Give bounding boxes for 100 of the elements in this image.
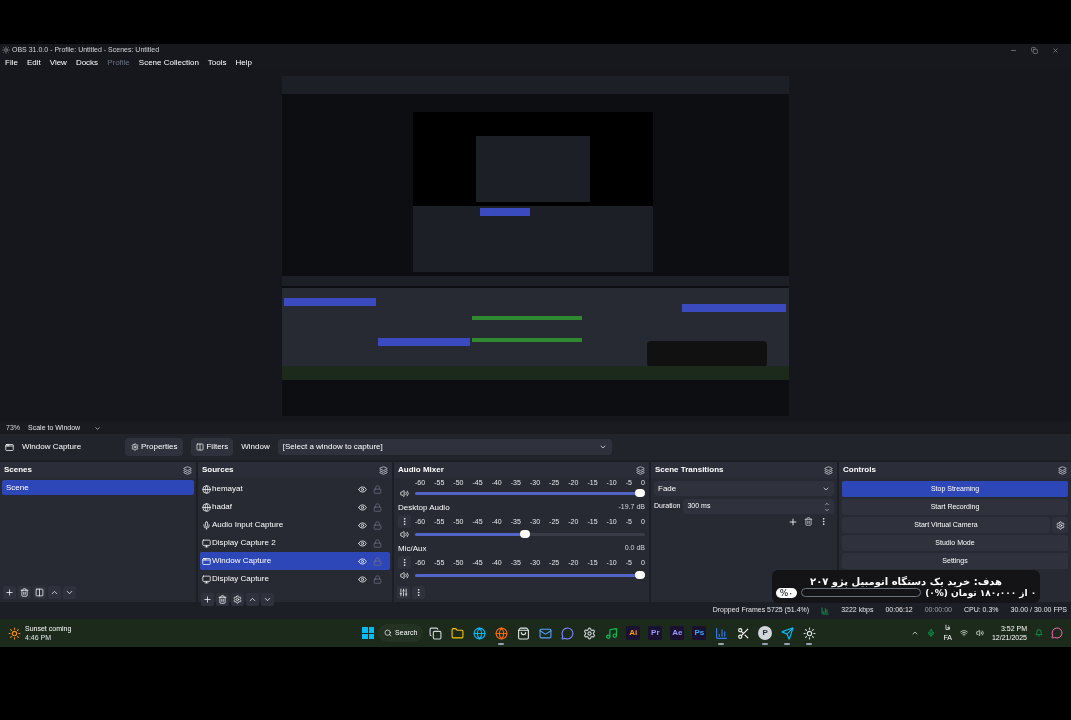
app-button[interactable]: Ps — [689, 620, 710, 646]
volume-icon — [975, 629, 984, 637]
shopping-bag-icon — [516, 626, 530, 640]
remove-button[interactable] — [216, 593, 229, 606]
visibility-icon[interactable] — [358, 502, 367, 512]
dock-title: Scene Transitions — [655, 464, 724, 476]
mute-button[interactable] — [398, 529, 411, 540]
visibility-icon[interactable] — [358, 574, 367, 584]
menu-item[interactable]: Tools — [207, 57, 227, 69]
mute-button[interactable] — [398, 488, 411, 499]
more-icon — [414, 588, 423, 597]
visibility-icon[interactable] — [358, 484, 367, 494]
source-item[interactable]: Display Capture — [200, 570, 390, 588]
folder-icon — [450, 626, 464, 640]
remove-button[interactable] — [18, 586, 31, 599]
monitor-icon — [202, 574, 211, 584]
visibility-icon[interactable] — [358, 520, 367, 530]
add-button[interactable] — [3, 586, 16, 599]
plus-icon — [5, 588, 14, 597]
source-name: hemayat — [212, 483, 243, 495]
menu-item[interactable]: File — [5, 57, 18, 69]
undock-icon[interactable] — [1058, 465, 1067, 475]
source-item[interactable]: Audio Input Capture — [200, 516, 390, 534]
assistant-icon[interactable] — [1051, 627, 1063, 639]
properties-button[interactable]: Properties — [125, 438, 184, 456]
move-up-button[interactable] — [246, 593, 259, 606]
mail-icon — [538, 626, 552, 640]
menu-item[interactable]: Scene Collection — [138, 57, 199, 69]
start-button[interactable] — [360, 625, 377, 641]
restore-icon[interactable] — [1031, 46, 1038, 54]
chat-icon — [560, 626, 574, 640]
weather-icon — [8, 626, 21, 640]
channel-menu-button[interactable] — [398, 515, 411, 528]
source-item[interactable]: Window Capture — [200, 552, 390, 570]
plus-icon — [203, 595, 212, 604]
dock-title: Sources — [202, 464, 234, 476]
windows-icon — [428, 626, 442, 640]
source-item[interactable]: hadaf — [200, 498, 390, 516]
globe-icon — [472, 626, 486, 640]
source-name: Window Capture — [212, 555, 272, 567]
volume-slider-thumb[interactable] — [520, 530, 530, 538]
add-button[interactable] — [201, 593, 214, 606]
chevron-up-icon — [50, 588, 59, 597]
filters-button[interactable] — [33, 586, 46, 599]
close-icon[interactable] — [1052, 46, 1059, 54]
goal-title: هدف: خرید یک دستگاه اتومبیل پژو ۲۰۷ — [810, 575, 1002, 587]
dock-title: Audio Mixer — [398, 464, 444, 476]
filters-button[interactable]: Filters — [191, 438, 234, 456]
undock-icon[interactable] — [824, 465, 833, 475]
bar-chart-icon — [714, 626, 728, 640]
window-icon — [5, 442, 14, 452]
undock-icon[interactable] — [379, 465, 388, 475]
move-up-button[interactable] — [48, 586, 61, 599]
mute-button[interactable] — [398, 570, 411, 581]
chevron-up-icon — [248, 595, 257, 604]
transition-select[interactable]: Fade — [654, 481, 834, 496]
visibility-icon[interactable] — [358, 556, 367, 566]
channel-name: Desktop Audio — [398, 502, 450, 514]
search-icon — [384, 629, 393, 637]
microphone-icon — [927, 629, 936, 637]
source-item[interactable]: Display Capture 2 — [200, 534, 390, 552]
advanced-audio-button[interactable] — [397, 586, 410, 599]
add-icon[interactable] — [788, 517, 798, 527]
channel-menu-button[interactable] — [398, 556, 411, 569]
more-button[interactable] — [412, 586, 425, 599]
signal-icon — [821, 606, 830, 615]
settings-button[interactable] — [1052, 517, 1068, 533]
dock-title: Scenes — [4, 464, 33, 476]
volume-slider-thumb[interactable] — [635, 489, 645, 497]
scene-item[interactable]: Scene — [2, 480, 194, 495]
source-name: hadaf — [212, 501, 233, 513]
window-select[interactable]: [Select a window to capture] — [277, 439, 612, 455]
more-icon[interactable] — [819, 517, 828, 526]
menu-item[interactable]: Edit — [26, 57, 41, 69]
filter-icon — [196, 443, 205, 451]
move-down-button[interactable] — [63, 586, 76, 599]
paper-plane-icon — [780, 626, 794, 640]
source-item[interactable]: hemayat — [200, 480, 390, 498]
app-button[interactable]: Pr — [645, 620, 666, 646]
gear-icon — [131, 443, 139, 451]
menu-item[interactable]: View — [49, 57, 67, 69]
globe-icon — [202, 484, 211, 494]
delete-icon[interactable] — [804, 517, 813, 526]
undock-icon[interactable] — [636, 465, 645, 475]
app-button[interactable]: Ae — [667, 620, 688, 646]
visibility-icon[interactable] — [358, 538, 367, 548]
app-button[interactable]: Ai — [623, 620, 644, 646]
chevron-up-icon[interactable] — [911, 629, 920, 637]
undock-icon[interactable] — [183, 465, 192, 475]
move-down-button[interactable] — [261, 593, 274, 606]
chevron-down-icon — [263, 595, 272, 604]
settings-button[interactable] — [231, 593, 244, 606]
music-icon — [604, 626, 618, 640]
menu-item[interactable]: Docks — [75, 57, 99, 69]
menu-item[interactable]: Help — [235, 57, 252, 69]
volume-slider-thumb[interactable] — [635, 571, 645, 579]
goal-percent-badge: %۰ — [775, 587, 798, 598]
bell-icon — [1035, 629, 1043, 637]
app-button[interactable]: P — [755, 620, 776, 646]
selected-source-name: Window Capture — [22, 441, 83, 453]
